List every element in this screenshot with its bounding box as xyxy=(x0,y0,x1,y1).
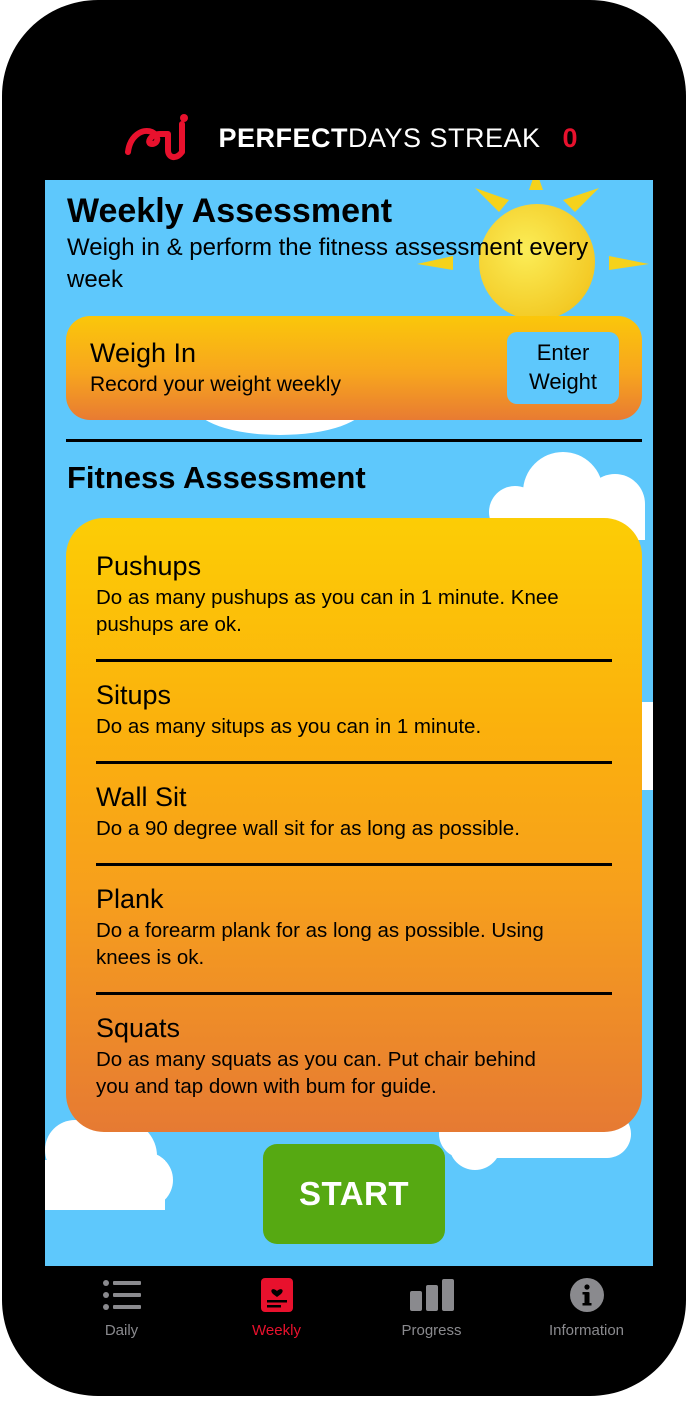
exercise-name: Plank xyxy=(96,884,164,914)
tab-label: Daily xyxy=(104,1322,139,1339)
info-icon xyxy=(569,1278,604,1312)
weigh-in-title: Weigh In xyxy=(90,338,197,368)
tab-daily[interactable]: Daily xyxy=(44,1266,199,1356)
exercise-item: Wall Sit Do a 90 degree wall sit for as … xyxy=(96,781,612,842)
weigh-in-card: Weigh In Record your weight weekly Enter… xyxy=(66,316,642,420)
tab-information[interactable]: Information xyxy=(509,1266,664,1356)
list-icon xyxy=(102,1280,141,1310)
tab-label: Information xyxy=(548,1322,625,1339)
exercise-desc-line: Do a 90 degree wall sit for as long as p… xyxy=(96,817,520,840)
exercise-item: Situps Do as many situps as you can in 1… xyxy=(96,679,612,740)
exercise-desc-line: Do a forearm plank for as long as possib… xyxy=(96,919,544,942)
exercise-divider xyxy=(96,761,612,764)
exercise-divider xyxy=(96,659,612,662)
exercise-description: Do as many squats as you can. Put chair … xyxy=(96,1046,612,1100)
bar-chart-icon xyxy=(409,1279,454,1311)
exercise-desc-line: Do as many situps as you can in 1 minute… xyxy=(96,715,482,738)
tab-bar: Daily Weekly Progress Information xyxy=(2,1266,686,1356)
exercise-name: Situps xyxy=(96,680,172,710)
app-header: PERFECTDAYS STREAK 0 xyxy=(2,100,686,176)
exercise-desc-line: knees is ok. xyxy=(96,946,205,969)
fitness-assessment-card: Pushups Do as many pushups as you can in… xyxy=(66,518,642,1132)
enter-weight-button[interactable]: Enter Weight xyxy=(507,332,619,404)
exercise-description: Do a forearm plank for as long as possib… xyxy=(96,917,612,971)
weekly-screen: Weekly Assessment Weigh in & perform the… xyxy=(45,180,653,1266)
weekly-title: Weekly Assessment xyxy=(67,192,393,230)
app-title: PERFECTDAYS STREAK xyxy=(218,123,540,154)
exercise-item: Pushups Do as many pushups as you can in… xyxy=(96,550,612,638)
exercise-desc-line: you and tap down with bum for guide. xyxy=(96,1075,437,1098)
exercise-description: Do a 90 degree wall sit for as long as p… xyxy=(96,815,612,842)
exercise-description: Do as many pushups as you can in 1 minut… xyxy=(96,584,612,638)
tab-label: Weekly xyxy=(252,1322,301,1339)
exercise-desc-line: pushups are ok. xyxy=(96,613,242,636)
app-title-bold: PERFECT xyxy=(218,122,348,153)
weekly-card-icon xyxy=(260,1278,293,1312)
tab-weekly[interactable]: Weekly xyxy=(199,1266,354,1356)
exercise-name: Wall Sit xyxy=(96,782,187,812)
exercise-desc-line: Do as many pushups as you can in 1 minut… xyxy=(96,586,559,609)
tab-progress[interactable]: Progress xyxy=(354,1266,509,1356)
exercise-name: Squats xyxy=(96,1013,181,1043)
cloud-decoration xyxy=(641,702,653,790)
exercise-desc-line: Do as many squats as you can. Put chair … xyxy=(96,1048,536,1071)
exercise-name: Pushups xyxy=(96,551,202,581)
fitness-title: Fitness Assessment xyxy=(67,460,366,495)
enter-weight-label-line2: Weight xyxy=(528,369,598,394)
app-title-rest: DAYS STREAK xyxy=(347,122,541,153)
section-divider xyxy=(66,439,642,442)
phone-frame: PERFECTDAYS STREAK 0 Weekly Assessment W… xyxy=(2,0,686,1396)
exercise-item: Plank Do a forearm plank for as long as … xyxy=(96,883,612,971)
exercise-divider xyxy=(96,863,612,866)
tab-label: Progress xyxy=(401,1322,462,1339)
perfectdays-logo-icon xyxy=(125,114,189,160)
enter-weight-label-line1: Enter xyxy=(536,340,590,365)
weigh-in-subtitle: Record your weight weekly xyxy=(90,373,341,396)
start-button[interactable]: START xyxy=(263,1144,445,1244)
exercise-item: Squats Do as many squats as you can. Put… xyxy=(96,1012,612,1100)
exercise-divider xyxy=(96,992,612,995)
weekly-subtitle: Weigh in & perform the fitness assessmen… xyxy=(67,234,589,293)
exercise-description: Do as many situps as you can in 1 minute… xyxy=(96,713,612,740)
streak-count: 0 xyxy=(562,122,578,153)
